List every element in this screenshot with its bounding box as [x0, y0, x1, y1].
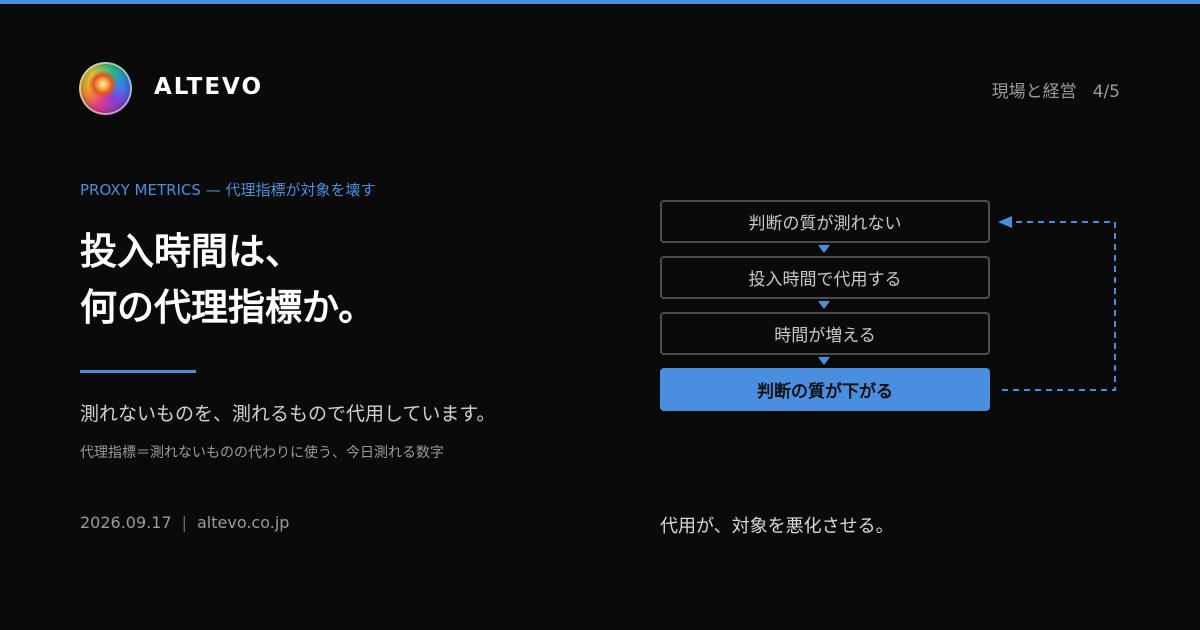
feedback-loop-line [1002, 221, 1116, 391]
definition-note: 代理指標＝測れないものの代わりに使う、今日測れる数字 [80, 445, 444, 461]
headline-line-2: 何の代理指標か。 [80, 286, 376, 329]
top-accent-bar [0, 0, 1200, 4]
down-arrow-icon [818, 357, 830, 365]
flow-step-2: 投入時間で代用する [660, 256, 990, 299]
flow-step-1: 判断の質が測れない [660, 200, 990, 243]
eyebrow-label: PROXY METRICS — 代理指標が対象を壊す [80, 181, 376, 199]
diagram-caption: 代用が、対象を悪化させる。 [660, 516, 894, 537]
feedback-loop-arrow [998, 216, 1116, 391]
subtitle: 測れないものを、測れるもので代用しています。 [80, 403, 496, 425]
section-label: 現場と経営 [991, 82, 1077, 102]
page-title: 投入時間は、 何の代理指標か。 [80, 224, 375, 336]
brand-logo-icon [79, 62, 132, 115]
accent-divider [80, 370, 196, 373]
headline-line-1: 投入時間は、 [80, 230, 302, 273]
left-arrow-icon [998, 216, 1012, 228]
brand-name: ALTEVO [154, 74, 263, 100]
footer-separator: | [181, 513, 187, 532]
page-indicator: 現場と経営 4/5 [992, 77, 1120, 102]
footer: 2026.09.17 | altevo.co.jp [80, 513, 289, 532]
flow-step-3: 時間が増える [660, 312, 990, 355]
down-arrow-icon [818, 301, 830, 309]
page-number: 4/5 [1092, 82, 1120, 102]
site-url: altevo.co.jp [197, 513, 290, 532]
flow-step-4-highlighted: 判断の質が下がる [660, 368, 990, 411]
down-arrow-icon [818, 245, 830, 253]
publish-date: 2026.09.17 [80, 513, 172, 532]
